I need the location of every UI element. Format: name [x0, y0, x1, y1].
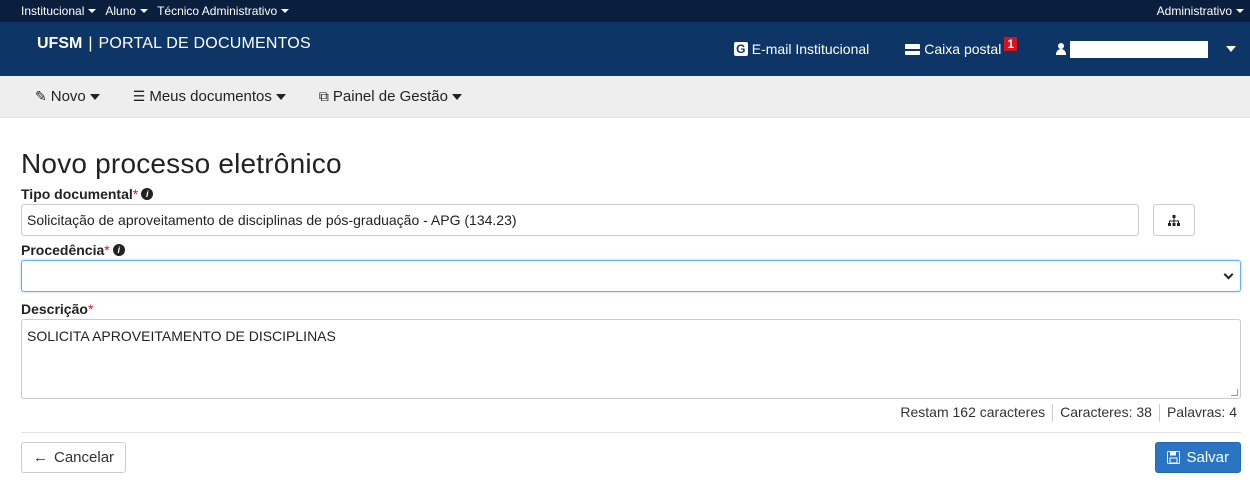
header-actions: G E-mail Institucional Caixa postal 1 — [733, 22, 1250, 76]
word-count: Palavras: 4 — [1158, 404, 1241, 422]
required-marker: * — [132, 186, 139, 202]
top-links: Institucional Aluno Técnico Administrati… — [21, 4, 298, 18]
descricao-label: Descrição* — [21, 301, 94, 317]
user-menu[interactable] — [1056, 40, 1236, 58]
required-marker: * — [87, 301, 94, 317]
caret-down-icon — [451, 93, 462, 100]
info-icon[interactable]: i — [141, 188, 154, 201]
procedencia-select[interactable] — [21, 260, 1241, 292]
floppy-disk-icon — [1167, 451, 1181, 464]
sitemap-icon — [1168, 214, 1180, 226]
character-counters: Restam 162 caracteres Caracteres: 38 Pal… — [21, 404, 1241, 422]
tipo-documental-label: Tipo documental* i — [21, 186, 1238, 204]
main-nav: ✎ Novo ☰ Meus documentos ⧉ Painel de Ges… — [0, 76, 1250, 118]
nav-novo[interactable]: ✎ Novo — [35, 88, 100, 105]
tipo-documental-tree-button[interactable] — [1153, 204, 1195, 236]
form-divider — [21, 432, 1241, 433]
nav-painel-de-gestao[interactable]: ⧉ Painel de Gestão — [319, 88, 462, 105]
form-actions: ← Cancelar Salvar — [21, 442, 1241, 473]
procedencia-label: Procedência* i — [21, 242, 1238, 260]
user-icon — [1056, 43, 1066, 55]
top-link-aluno[interactable]: Aluno — [105, 4, 149, 18]
copy-icon: ⧉ — [318, 88, 329, 104]
resize-handle[interactable] — [1231, 389, 1238, 396]
caret-down-icon — [281, 9, 290, 13]
top-link-administrativo[interactable]: Administrativo — [1157, 4, 1244, 18]
descricao-textarea[interactable]: SOLICITA APROVEITAMENTO DE DISCIPLINAS — [21, 319, 1241, 399]
arrow-left-icon: ← — [33, 449, 48, 466]
caret-down-icon — [1226, 46, 1236, 52]
character-count: Caracteres: 38 — [1052, 404, 1159, 422]
tipo-documental-row: Solicitação de aproveitamento de discipl… — [21, 204, 1238, 236]
caret-down-icon — [88, 9, 97, 13]
user-name-field — [1070, 40, 1208, 58]
brand-bar: UFSM | PORTAL DE DOCUMENTOS G E-mail Ins… — [0, 22, 1250, 76]
save-button[interactable]: Salvar — [1155, 442, 1241, 473]
caret-down-icon — [89, 93, 100, 100]
brand-portal: PORTAL DE DOCUMENTOS — [98, 35, 311, 52]
caret-down-icon — [1236, 9, 1244, 13]
mailbox-count-badge: 1 — [1004, 37, 1017, 51]
envelope-icon — [905, 43, 921, 55]
required-marker: * — [104, 242, 110, 258]
nav-meus-documentos[interactable]: ☰ Meus documentos — [133, 88, 286, 105]
cancel-button[interactable]: ← Cancelar — [21, 442, 127, 473]
pencil-icon: ✎ — [35, 88, 47, 104]
list-icon: ☰ — [132, 88, 146, 104]
caret-down-icon — [140, 9, 149, 13]
info-icon[interactable]: i — [112, 244, 125, 257]
tipo-documental-input[interactable]: Solicitação de aproveitamento de discipl… — [21, 204, 1139, 236]
chevron-down-icon — [1223, 269, 1234, 279]
page-title: Novo processo eletrônico — [21, 148, 342, 179]
top-link-tecnico-administrativo[interactable]: Técnico Administrativo — [157, 4, 290, 18]
caixa-postal-link[interactable]: Caixa postal 1 — [905, 37, 1017, 57]
main-content: Novo processo eletrônico Tipo documental… — [0, 148, 1250, 473]
remaining-characters: Restam 162 caracteres — [900, 404, 1046, 420]
caret-down-icon — [275, 93, 286, 100]
google-icon: G — [733, 42, 748, 56]
brand-separator: | — [88, 35, 93, 52]
brand-ufsm: UFSM — [37, 35, 83, 52]
email-institucional-link[interactable]: G E-mail Institucional — [733, 41, 869, 57]
portal-brand[interactable]: UFSM | PORTAL DE DOCUMENTOS — [0, 17, 311, 71]
top-link-institucional[interactable]: Institucional — [21, 4, 97, 18]
